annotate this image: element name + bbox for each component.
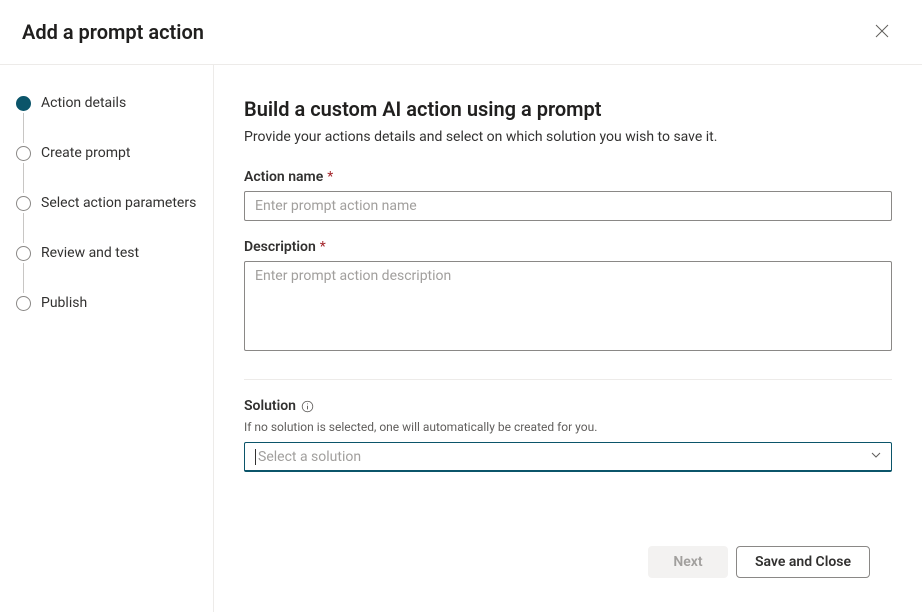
required-mark: * — [320, 239, 326, 255]
info-icon[interactable] — [300, 399, 314, 413]
step-label: Action details — [41, 95, 126, 111]
step-select-parameters[interactable]: Select action parameters — [16, 195, 199, 245]
solution-select[interactable]: Select a solution — [244, 442, 892, 472]
action-name-input[interactable] — [244, 191, 892, 221]
main-content: Build a custom AI action using a prompt … — [214, 65, 922, 612]
next-button[interactable]: Next — [648, 546, 728, 578]
modal-title: Add a prompt action — [22, 20, 204, 44]
solution-label: Solution — [244, 398, 892, 414]
description-label: Description * — [244, 239, 892, 255]
field-description: Description * — [244, 239, 892, 355]
solution-help-text: If no solution is selected, one will aut… — [244, 420, 892, 434]
step-label: Create prompt — [41, 145, 130, 161]
step-marker-icon — [16, 196, 31, 211]
wizard-footer: Next Save and Close — [244, 531, 892, 592]
field-action-name: Action name * — [244, 169, 892, 221]
step-action-details[interactable]: Action details — [16, 95, 199, 145]
section-divider — [244, 379, 892, 380]
step-marker-icon — [16, 146, 31, 161]
label-text: Description — [244, 239, 316, 255]
step-marker-icon — [16, 246, 31, 261]
page-subtitle: Provide your actions details and select … — [244, 129, 892, 145]
close-icon — [875, 24, 889, 41]
solution-placeholder: Select a solution — [258, 449, 361, 465]
step-create-prompt[interactable]: Create prompt — [16, 145, 199, 195]
modal-header: Add a prompt action — [0, 0, 922, 65]
wizard-sidebar: Action details Create prompt Select acti… — [0, 65, 214, 612]
step-label: Review and test — [41, 245, 139, 261]
page-title: Build a custom AI action using a prompt — [244, 97, 892, 121]
label-text: Action name — [244, 169, 323, 185]
step-marker-icon — [16, 96, 31, 111]
action-name-label: Action name * — [244, 169, 892, 185]
required-mark: * — [327, 169, 333, 185]
step-label: Select action parameters — [41, 195, 196, 211]
label-text: Solution — [244, 398, 296, 414]
step-publish[interactable]: Publish — [16, 295, 199, 311]
step-label: Publish — [41, 295, 87, 311]
field-solution: Solution If no solution is selected, one… — [244, 398, 892, 472]
solution-select-display[interactable]: Select a solution — [244, 442, 892, 472]
description-input[interactable] — [244, 261, 892, 351]
close-button[interactable] — [866, 16, 898, 48]
step-review-test[interactable]: Review and test — [16, 245, 199, 295]
wizard-steps: Action details Create prompt Select acti… — [16, 95, 199, 311]
text-cursor — [255, 449, 256, 465]
save-close-button[interactable]: Save and Close — [736, 546, 870, 578]
step-marker-icon — [16, 296, 31, 311]
